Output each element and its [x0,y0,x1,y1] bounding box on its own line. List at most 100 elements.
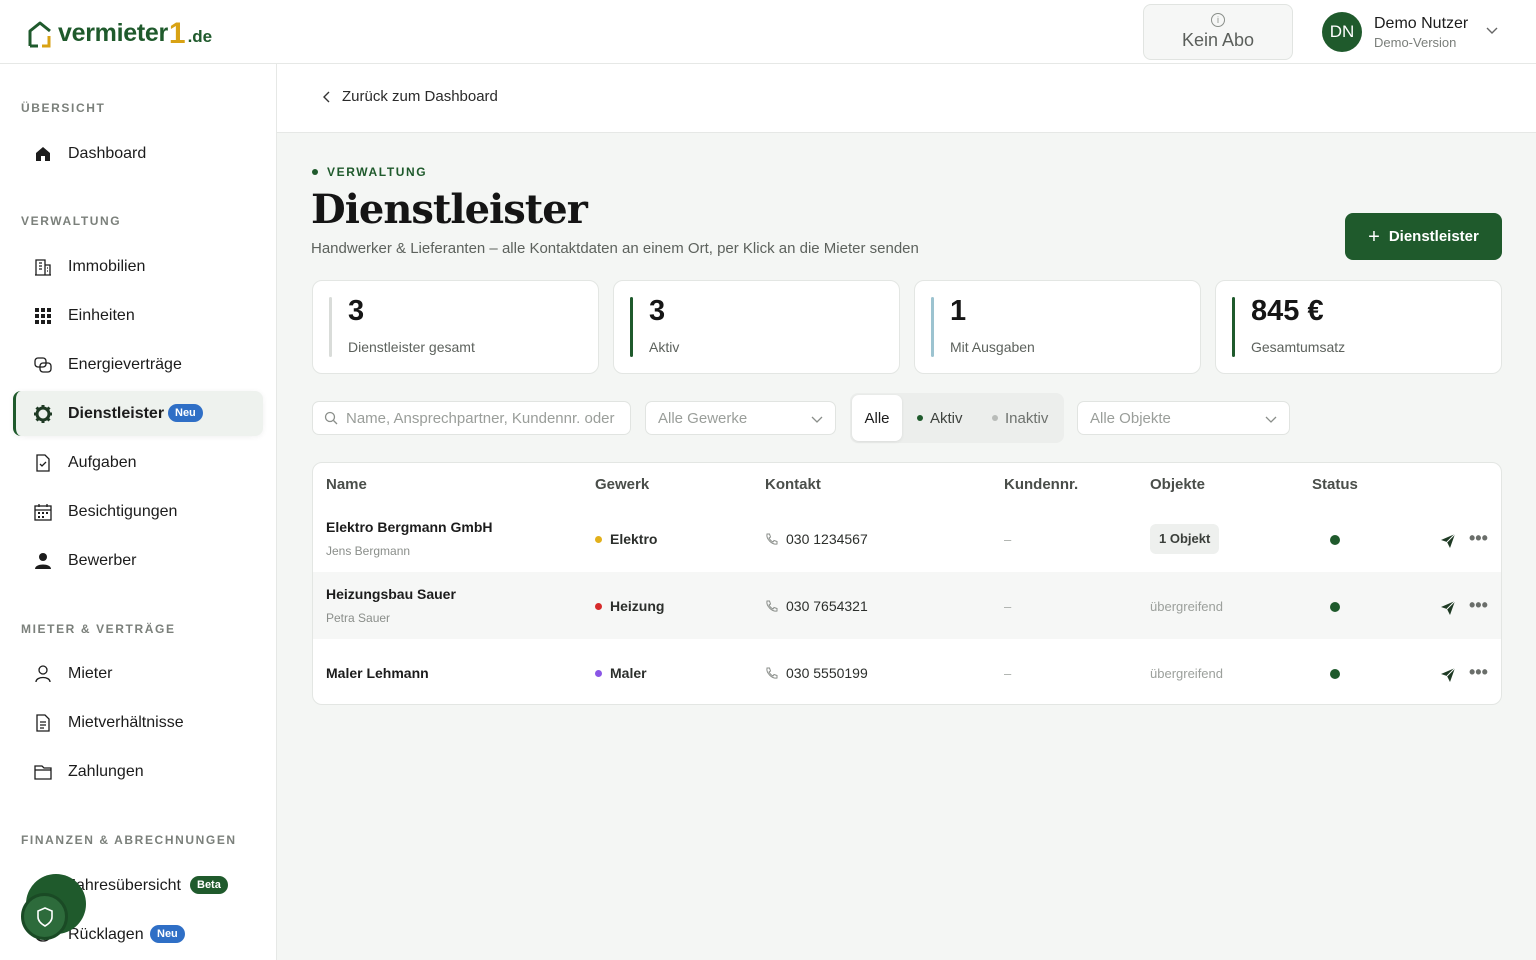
segment-all-label: Alle [864,409,890,427]
logo-tld: .de [187,27,213,46]
sidebar-item-mieter[interactable]: Mieter [13,651,263,696]
stat-accent-bar [630,297,633,357]
status-segmented-control: Alle Aktiv Inaktiv [850,393,1064,443]
column-header-kontakt[interactable]: Kontakt [765,476,821,493]
kicker-text: VERWALTUNG [327,165,428,179]
add-dienstleister-button[interactable]: + Dienstleister [1345,213,1502,260]
sidebar-item-energievertraege[interactable]: Energieverträge [13,342,263,387]
search-icon [324,411,338,425]
page-title: Dienstleister [311,186,588,233]
stat-accent-bar [1232,297,1235,357]
task-icon [36,454,50,472]
column-header-name[interactable]: Name [326,476,367,493]
send-icon[interactable] [1439,666,1457,684]
column-header-objekte[interactable]: Objekte [1150,476,1205,493]
sidebar: ÜBERSICHT Dashboard VERWALTUNG Immobilie… [0,64,277,960]
add-button-label: Dienstleister [1388,228,1479,245]
chevron-down-icon [811,416,823,423]
phone-number: 030 5550199 [786,665,868,681]
column-header-gewerk[interactable]: Gewerk [595,476,649,493]
user-name: Demo Nutzer [1374,14,1469,32]
column-header-status[interactable]: Status [1312,476,1358,493]
column-header-kundennr[interactable]: Kundennr. [1004,476,1078,493]
avatar: DN [1322,12,1362,52]
table-row[interactable]: Heizungsbau Sauer Petra Sauer Heizung 03… [313,572,1501,639]
objekte-select[interactable]: Alle Objekte [1077,401,1290,435]
sidebar-item-label: Aufgaben [68,453,137,471]
subscription-button[interactable]: i Kein Abo [1143,4,1293,60]
gewerk-cell: Maler [595,665,647,681]
sidebar-item-bewerber[interactable]: Bewerber [13,538,263,583]
user-menu[interactable]: DN Demo Nutzer Demo-Version [1322,12,1498,52]
stat-value: 3 [649,295,666,327]
provider-name[interactable]: Elektro Bergmann GmbH [326,519,492,535]
send-icon[interactable] [1439,599,1457,617]
sidebar-item-label: Besichtigungen [68,502,178,520]
sidebar-item-dashboard[interactable]: Dashboard [13,131,263,176]
logo-text: vermieter [58,19,168,47]
home-icon [36,147,50,161]
sidebar-item-immobilien[interactable]: Immobilien [13,244,263,289]
segment-all[interactable]: Alle [852,395,902,441]
more-actions-icon[interactable]: ••• [1469,529,1488,547]
phone-cell[interactable]: 030 5550199 [765,665,868,681]
more-actions-icon[interactable]: ••• [1469,663,1488,681]
calendar-icon [34,504,52,521]
sidebar-item-dienstleister[interactable]: Dienstleister Neu [13,391,263,436]
table-row[interactable]: Maler Lehmann Maler 030 5550199 – übergr… [313,639,1501,704]
stat-card-revenue: 845 € Gesamtumsatz [1215,280,1502,374]
back-link-label: Zurück zum Dashboard [342,88,498,105]
house-logo-icon [28,21,51,48]
more-actions-icon[interactable]: ••• [1469,596,1488,614]
phone-number: 030 7654321 [786,598,868,614]
stat-value: 3 [348,295,365,327]
sidebar-item-label: Energieverträge [68,355,182,373]
gewerk-color-dot [595,602,602,610]
sidebar-item-einheiten[interactable]: Einheiten [13,293,263,338]
provider-name[interactable]: Heizungsbau Sauer [326,586,456,602]
gear-icon [34,405,52,423]
sidebar-item-aufgaben[interactable]: Aufgaben [13,440,263,485]
send-icon[interactable] [1439,532,1457,550]
provider-name[interactable]: Maler Lehmann [326,665,429,681]
phone-icon [766,600,778,612]
phone-cell[interactable]: 030 1234567 [765,531,868,547]
objekte-badge[interactable]: 1 Objekt [1150,524,1220,554]
top-bar: vermieter 1 .de i Kein Abo DN Demo Nutze… [0,0,1536,64]
chevron-down-icon[interactable] [1484,22,1500,38]
section-kicker: VERWALTUNG [312,165,427,179]
subscription-label: Kein Abo [1181,30,1255,50]
back-to-dashboard-link[interactable]: Zurück zum Dashboard [320,88,498,105]
segment-inactive-label: Inaktiv [1005,409,1049,427]
sidebar-item-label: Dashboard [68,144,147,162]
shield-icon [36,906,53,927]
document-icon [36,714,50,732]
segment-inactive[interactable]: Inaktiv [992,393,1048,443]
gewerk-label: Elektro [610,531,658,547]
kundennr-value: – [1004,599,1012,614]
gewerke-select[interactable]: Alle Gewerke [645,401,836,435]
wallet-icon [34,765,52,780]
sidebar-item-label: Mieter [68,664,113,682]
segment-active[interactable]: Aktiv [917,393,963,443]
kundennr-value: – [1004,666,1012,681]
sidebar-item-zahlungen[interactable]: Zahlungen [13,749,263,794]
stat-label: Mit Ausgaben [950,339,1035,355]
sidebar-item-besichtigungen[interactable]: Besichtigungen [13,489,263,534]
logo-one: 1 [168,17,186,50]
sidebar-item-label: Rücklagen [68,925,144,943]
stat-label: Aktiv [649,339,680,355]
privacy-shield-button[interactable] [21,893,68,940]
objekte-value: übergreifend [1150,599,1223,614]
gewerk-label: Maler [610,665,647,681]
sidebar-item-mietverhaeltnisse[interactable]: Mietverhältnisse [13,700,263,745]
sub-header: Zurück zum Dashboard [277,64,1536,133]
search-field[interactable] [312,401,631,435]
search-input[interactable] [346,409,621,427]
logo[interactable]: vermieter 1 .de [28,16,213,50]
table-row[interactable]: Elektro Bergmann GmbH Jens Bergmann Elek… [313,505,1501,572]
stat-card-active: 3 Aktiv [613,280,900,374]
sidebar-item-label: Zahlungen [68,762,144,780]
stat-value: 1 [950,295,967,327]
phone-cell[interactable]: 030 7654321 [765,598,868,614]
